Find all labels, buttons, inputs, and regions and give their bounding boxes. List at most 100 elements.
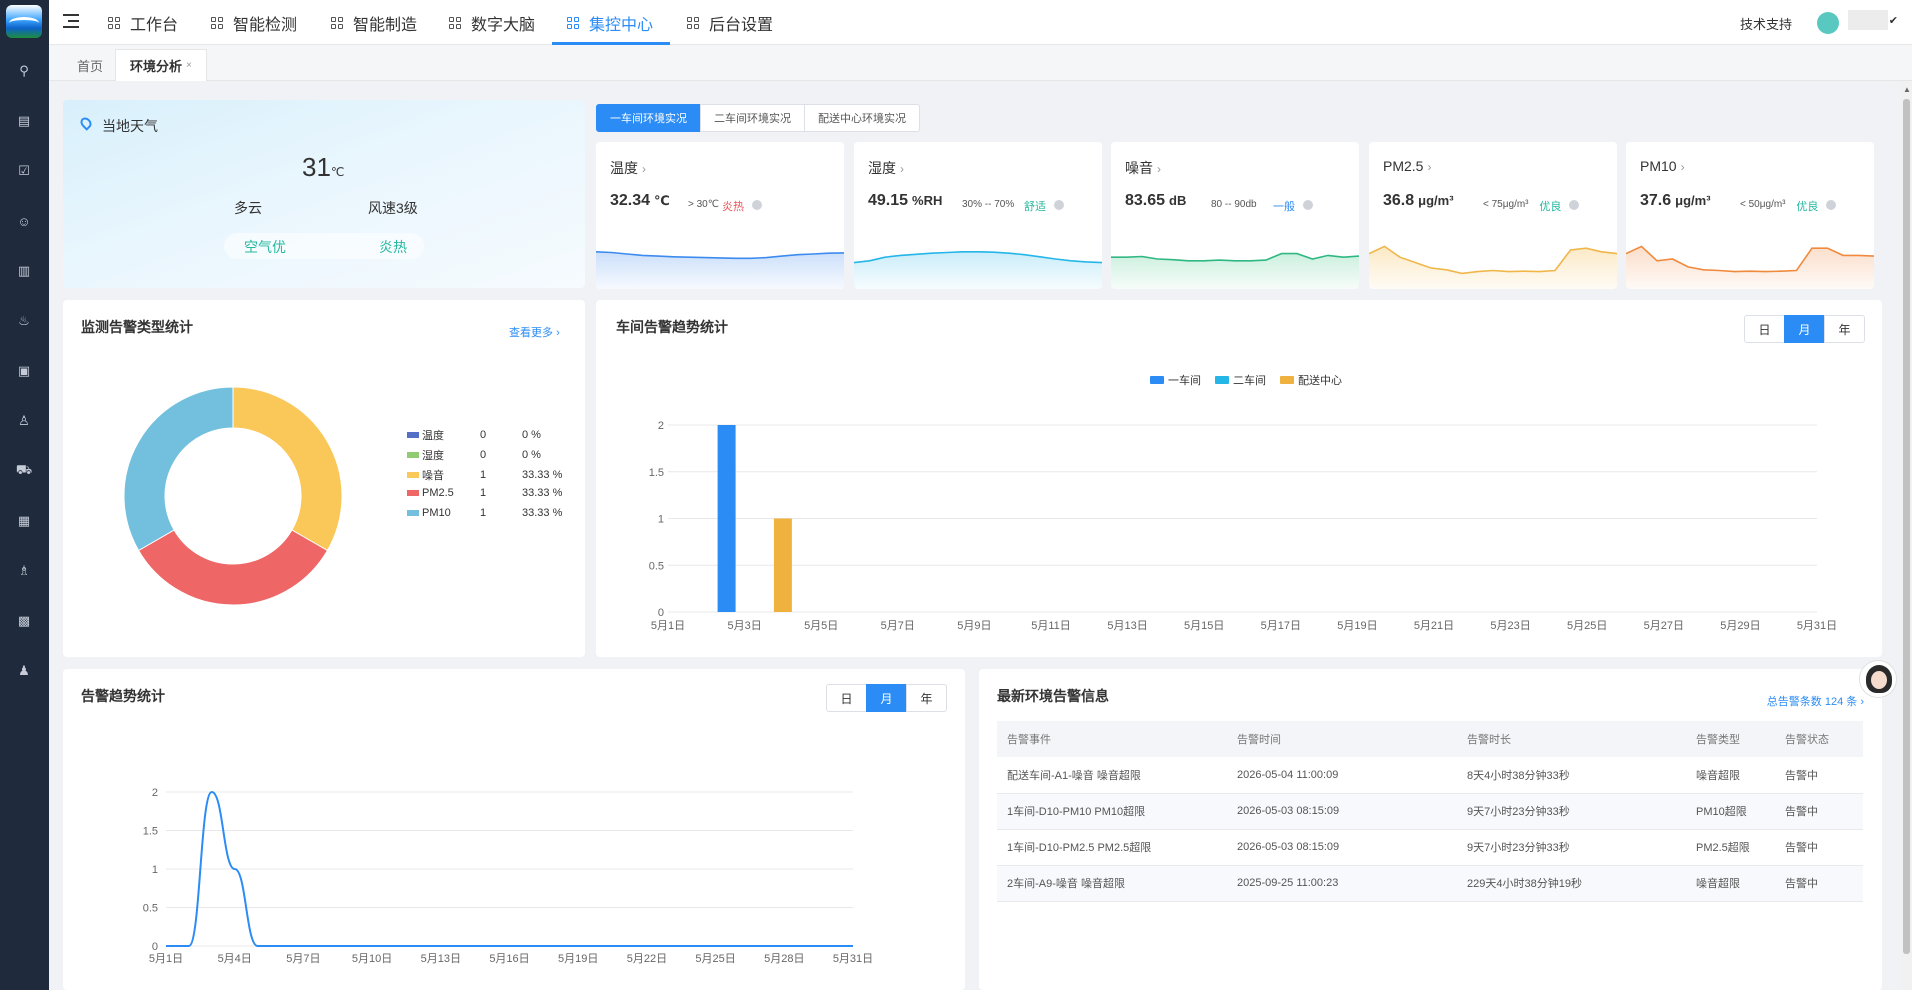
metric-value: 36.8 μg/m³ (1383, 192, 1454, 209)
nav-item-control-center[interactable]: 集控中心 (567, 0, 653, 45)
table-cell: 8天4小时38分钟33秒 (1457, 757, 1686, 794)
legend-name: PM2.5 (422, 487, 454, 499)
metric-label[interactable]: PM2.5 › (1383, 158, 1431, 174)
page-scrollbar[interactable]: ▲ (1901, 81, 1912, 990)
table-row[interactable]: 1车间-D10-PM10 PM10超限 2026-05-03 08:15:09 9天… (997, 793, 1863, 830)
y-tick-label: 1.5 (143, 826, 158, 838)
info-icon[interactable] (1569, 200, 1580, 210)
donut-slice (137, 529, 329, 606)
workshop-alarm-trend-card: 车间告警趋势统计 日 月 年 一车间 二车间 配送中心 0 0.5 1 1.5 2 5月1日 5月… (596, 300, 1882, 657)
x-tick-label: 5月22日 (627, 953, 667, 965)
team-icon[interactable]: ♗ (15, 562, 33, 580)
view-more-link[interactable]: 查看更多 › (509, 324, 560, 340)
x-tick-label: 5月28日 (764, 953, 804, 965)
user-name-redacted[interactable] (1848, 10, 1888, 30)
metric-card[interactable]: 湿度 › 49.15 %RH 30% -- 70% 舒适 (854, 142, 1102, 289)
checklist-icon[interactable]: ☑ (15, 162, 33, 180)
x-tick-label: 5月17日 (1261, 620, 1301, 632)
table-cell: 告警中 (1775, 757, 1863, 794)
y-tick-label: 2 (658, 420, 664, 432)
page-tab-bar: 首页 环境分析 × (49, 45, 1912, 81)
table-icon[interactable]: ▦ (15, 512, 33, 530)
app-logo[interactable] (6, 5, 42, 38)
x-tick-label: 5月13日 (1107, 620, 1147, 632)
col-header-duration: 告警时长 (1457, 721, 1686, 757)
nav-item-digital-brain[interactable]: 数字大脑 (449, 0, 535, 45)
x-tick-label: 5月25日 (695, 953, 735, 965)
user-icon[interactable]: ☺ (15, 212, 33, 230)
metric-card[interactable]: PM2.5 › 36.8 μg/m³ < 75μg/m³ 优良 (1369, 142, 1617, 289)
fire-icon[interactable]: ♨ (15, 312, 33, 330)
document-icon[interactable]: ▤ (15, 112, 33, 130)
admin-user-icon[interactable]: ♟ (15, 662, 33, 680)
tech-support-link[interactable]: 技术支持 (1740, 14, 1792, 33)
wallet-icon[interactable]: ▣ (15, 362, 33, 380)
close-icon[interactable]: × (186, 60, 192, 71)
assistant-avatar-button[interactable] (1859, 660, 1897, 698)
metric-card[interactable]: PM10 › 37.6 μg/m³ < 50μg/m³ 优良 (1626, 142, 1874, 289)
nav-item-admin-settings[interactable]: 后台设置 (687, 0, 773, 45)
table-cell: 2026-05-04 11:00:09 (1227, 757, 1457, 794)
x-tick-label: 5月31日 (1797, 620, 1837, 632)
y-tick-label: 1 (152, 864, 158, 876)
legend-count: 1 (480, 469, 487, 481)
nav-label: 智能检测 (233, 16, 298, 34)
x-tick-label: 5月11日 (1031, 620, 1071, 632)
check-icon[interactable]: ✔ (1889, 14, 1898, 27)
table-row[interactable]: 配送车间-A1-噪音 噪音超限 2026-05-04 11:00:09 8天4小时3… (997, 757, 1863, 794)
report-icon[interactable]: ▥ (15, 262, 33, 280)
legend-item[interactable]: PM2.5 1 33.33 % (407, 487, 562, 499)
legend-item[interactable]: 噪音 1 33.33 % (407, 467, 562, 483)
nav-item-workbench[interactable]: 工作台 (108, 0, 178, 45)
menu-toggle-icon[interactable] (63, 14, 79, 28)
metric-label[interactable]: 噪音 › (1125, 158, 1161, 178)
metric-value: 83.65 dB (1125, 192, 1187, 209)
legend-percent: 0 % (522, 449, 541, 461)
tab-home[interactable]: 首页 (63, 49, 117, 81)
info-icon[interactable] (752, 200, 762, 210)
table-cell: 2025-09-25 11:00:23 (1227, 865, 1457, 902)
legend-name: 湿度 (422, 450, 444, 462)
avatar[interactable] (1817, 12, 1839, 34)
metric-label[interactable]: 湿度 › (868, 158, 904, 178)
table-cell: PM10超限 (1686, 793, 1775, 830)
truck-icon[interactable]: ⛟ (15, 462, 33, 480)
weather-wind: 风速3级 (368, 200, 418, 216)
tab-workshop-1[interactable]: 一车间环境实况 (596, 104, 701, 132)
info-icon[interactable] (1303, 200, 1313, 210)
table-row[interactable]: 1车间-D10-PM2.5 PM2.5超限 2026-05-03 08:15:09… (997, 829, 1863, 866)
tab-workshop-2[interactable]: 二车间环境实况 (700, 104, 805, 132)
tab-environment-analysis[interactable]: 环境分析 × (115, 49, 207, 81)
legend-item[interactable]: PM10 1 33.33 % (407, 507, 562, 519)
x-tick-label: 5月19日 (558, 953, 598, 965)
table-row[interactable]: 2车间-A9-噪音 噪音超限 2025-09-25 11:00:23 229天4小时… (997, 865, 1863, 902)
metric-label[interactable]: PM10 › (1640, 158, 1685, 174)
scroll-up-icon[interactable]: ▲ (1903, 85, 1911, 94)
nav-item-smart-manufacturing[interactable]: 智能制造 (331, 0, 417, 45)
nav-item-smart-detection[interactable]: 智能检测 (211, 0, 297, 45)
alarm-trend-line-chart: 0 0.5 1 1.5 2 5月1日 5月4日 5月7日 5月10日 5月13日 5月16日 5月19… (143, 787, 873, 965)
route-icon[interactable]: ⚲ (15, 62, 33, 80)
metric-status: 优良 (1796, 201, 1819, 213)
metric-status: 炎热 (722, 201, 744, 213)
archive-icon[interactable]: ▩ (15, 612, 33, 630)
metric-card[interactable]: 噪音 › 83.65 dB 80 -- 90db 一般 (1111, 142, 1359, 289)
latest-alarms-table: 告警事件 告警时间 告警时长 告警类型 告警状态 配送车间-A1-噪音 噪音超限… (997, 721, 1863, 902)
metric-status: 一般 (1273, 201, 1295, 213)
total-alarms-link[interactable]: 总告警条数 124 条 › (1767, 693, 1864, 709)
scrollbar-thumb[interactable] (1903, 99, 1910, 954)
info-icon[interactable] (1054, 200, 1064, 210)
tab-distribution-center[interactable]: 配送中心环境实况 (804, 104, 920, 132)
metric-label[interactable]: 温度 › (610, 158, 646, 178)
legend-count: 1 (480, 487, 487, 499)
workshop-tabs: 一车间环境实况 二车间环境实况 配送中心环境实况 (596, 104, 920, 132)
info-icon[interactable] (1826, 200, 1837, 210)
legend-item[interactable]: 温度 0 0 % (407, 427, 541, 443)
tab-label: 环境分析 (130, 59, 183, 74)
table-cell: 9天7小时23分钟33秒 (1457, 829, 1686, 866)
metric-card[interactable]: 温度 › 32.34 ℃ > 30℃ 炎热 (596, 142, 844, 289)
metric-sparkline (1111, 252, 1359, 289)
legend-item[interactable]: 湿度 0 0 % (407, 447, 541, 463)
person-icon[interactable]: ♙ (15, 412, 33, 430)
workshop-trend-bar-chart: 一车间 二车间 配送中心 0 0.5 1 1.5 2 5月1日 5月3日 5月5日 5月7日 5月9日 5… (649, 373, 1837, 632)
